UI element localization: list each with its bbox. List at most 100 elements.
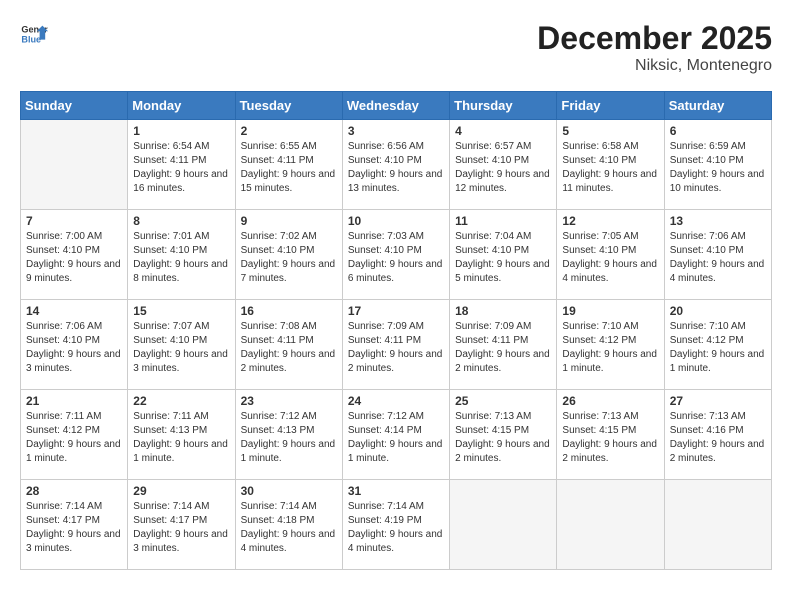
day-number: 14 bbox=[26, 304, 122, 318]
day-number: 10 bbox=[348, 214, 444, 228]
day-cell bbox=[664, 480, 771, 570]
day-cell: 13 Sunrise: 7:06 AM Sunset: 4:10 PM Dayl… bbox=[664, 210, 771, 300]
day-number: 8 bbox=[133, 214, 229, 228]
header-saturday: Saturday bbox=[664, 92, 771, 120]
day-cell: 26 Sunrise: 7:13 AM Sunset: 4:15 PM Dayl… bbox=[557, 390, 664, 480]
day-cell: 2 Sunrise: 6:55 AM Sunset: 4:11 PM Dayli… bbox=[235, 120, 342, 210]
day-info: Sunrise: 7:01 AM Sunset: 4:10 PM Dayligh… bbox=[133, 230, 229, 286]
day-cell: 16 Sunrise: 7:08 AM Sunset: 4:11 PM Dayl… bbox=[235, 300, 342, 390]
day-cell: 15 Sunrise: 7:07 AM Sunset: 4:10 PM Dayl… bbox=[128, 300, 235, 390]
day-number: 11 bbox=[455, 214, 551, 228]
day-cell: 31 Sunrise: 7:14 AM Sunset: 4:19 PM Dayl… bbox=[342, 480, 449, 570]
day-cell: 8 Sunrise: 7:01 AM Sunset: 4:10 PM Dayli… bbox=[128, 210, 235, 300]
calendar-table: SundayMondayTuesdayWednesdayThursdayFrid… bbox=[20, 91, 772, 570]
day-cell: 14 Sunrise: 7:06 AM Sunset: 4:10 PM Dayl… bbox=[21, 300, 128, 390]
title-section: December 2025 Niksic, Montenegro bbox=[537, 20, 772, 75]
day-number: 26 bbox=[562, 394, 658, 408]
day-number: 1 bbox=[133, 124, 229, 138]
day-cell bbox=[450, 480, 557, 570]
day-number: 30 bbox=[241, 484, 337, 498]
location: Niksic, Montenegro bbox=[537, 57, 772, 75]
day-info: Sunrise: 7:10 AM Sunset: 4:12 PM Dayligh… bbox=[670, 320, 766, 376]
day-number: 17 bbox=[348, 304, 444, 318]
svg-text:Blue: Blue bbox=[21, 34, 41, 44]
day-number: 13 bbox=[670, 214, 766, 228]
day-number: 25 bbox=[455, 394, 551, 408]
day-cell: 11 Sunrise: 7:04 AM Sunset: 4:10 PM Dayl… bbox=[450, 210, 557, 300]
day-number: 15 bbox=[133, 304, 229, 318]
day-info: Sunrise: 7:13 AM Sunset: 4:15 PM Dayligh… bbox=[562, 410, 658, 466]
day-number: 19 bbox=[562, 304, 658, 318]
day-cell: 24 Sunrise: 7:12 AM Sunset: 4:14 PM Dayl… bbox=[342, 390, 449, 480]
day-number: 3 bbox=[348, 124, 444, 138]
day-info: Sunrise: 7:07 AM Sunset: 4:10 PM Dayligh… bbox=[133, 320, 229, 376]
day-number: 4 bbox=[455, 124, 551, 138]
day-number: 31 bbox=[348, 484, 444, 498]
day-info: Sunrise: 7:12 AM Sunset: 4:13 PM Dayligh… bbox=[241, 410, 337, 466]
page-header: General Blue December 2025 Niksic, Monte… bbox=[20, 20, 772, 75]
day-cell: 9 Sunrise: 7:02 AM Sunset: 4:10 PM Dayli… bbox=[235, 210, 342, 300]
week-row-1: 1 Sunrise: 6:54 AM Sunset: 4:11 PM Dayli… bbox=[21, 120, 772, 210]
day-info: Sunrise: 7:14 AM Sunset: 4:17 PM Dayligh… bbox=[133, 500, 229, 556]
month-title: December 2025 bbox=[537, 20, 772, 57]
day-info: Sunrise: 7:04 AM Sunset: 4:10 PM Dayligh… bbox=[455, 230, 551, 286]
day-number: 22 bbox=[133, 394, 229, 408]
day-cell: 21 Sunrise: 7:11 AM Sunset: 4:12 PM Dayl… bbox=[21, 390, 128, 480]
day-cell: 19 Sunrise: 7:10 AM Sunset: 4:12 PM Dayl… bbox=[557, 300, 664, 390]
day-cell: 27 Sunrise: 7:13 AM Sunset: 4:16 PM Dayl… bbox=[664, 390, 771, 480]
day-number: 29 bbox=[133, 484, 229, 498]
day-number: 27 bbox=[670, 394, 766, 408]
day-cell: 25 Sunrise: 7:13 AM Sunset: 4:15 PM Dayl… bbox=[450, 390, 557, 480]
day-number: 6 bbox=[670, 124, 766, 138]
day-info: Sunrise: 7:14 AM Sunset: 4:18 PM Dayligh… bbox=[241, 500, 337, 556]
day-info: Sunrise: 7:02 AM Sunset: 4:10 PM Dayligh… bbox=[241, 230, 337, 286]
day-info: Sunrise: 6:59 AM Sunset: 4:10 PM Dayligh… bbox=[670, 140, 766, 196]
day-cell: 7 Sunrise: 7:00 AM Sunset: 4:10 PM Dayli… bbox=[21, 210, 128, 300]
day-info: Sunrise: 7:09 AM Sunset: 4:11 PM Dayligh… bbox=[348, 320, 444, 376]
week-row-2: 7 Sunrise: 7:00 AM Sunset: 4:10 PM Dayli… bbox=[21, 210, 772, 300]
header-tuesday: Tuesday bbox=[235, 92, 342, 120]
day-info: Sunrise: 7:03 AM Sunset: 4:10 PM Dayligh… bbox=[348, 230, 444, 286]
header-row: SundayMondayTuesdayWednesdayThursdayFrid… bbox=[21, 92, 772, 120]
day-number: 18 bbox=[455, 304, 551, 318]
day-number: 12 bbox=[562, 214, 658, 228]
day-cell: 12 Sunrise: 7:05 AM Sunset: 4:10 PM Dayl… bbox=[557, 210, 664, 300]
day-number: 24 bbox=[348, 394, 444, 408]
day-info: Sunrise: 7:11 AM Sunset: 4:13 PM Dayligh… bbox=[133, 410, 229, 466]
header-monday: Monday bbox=[128, 92, 235, 120]
day-number: 20 bbox=[670, 304, 766, 318]
week-row-5: 28 Sunrise: 7:14 AM Sunset: 4:17 PM Dayl… bbox=[21, 480, 772, 570]
day-info: Sunrise: 7:00 AM Sunset: 4:10 PM Dayligh… bbox=[26, 230, 122, 286]
day-info: Sunrise: 6:56 AM Sunset: 4:10 PM Dayligh… bbox=[348, 140, 444, 196]
day-info: Sunrise: 6:54 AM Sunset: 4:11 PM Dayligh… bbox=[133, 140, 229, 196]
day-info: Sunrise: 7:14 AM Sunset: 4:19 PM Dayligh… bbox=[348, 500, 444, 556]
day-info: Sunrise: 7:09 AM Sunset: 4:11 PM Dayligh… bbox=[455, 320, 551, 376]
day-cell bbox=[21, 120, 128, 210]
day-number: 21 bbox=[26, 394, 122, 408]
day-info: Sunrise: 7:06 AM Sunset: 4:10 PM Dayligh… bbox=[670, 230, 766, 286]
day-info: Sunrise: 7:05 AM Sunset: 4:10 PM Dayligh… bbox=[562, 230, 658, 286]
day-info: Sunrise: 6:57 AM Sunset: 4:10 PM Dayligh… bbox=[455, 140, 551, 196]
day-info: Sunrise: 6:58 AM Sunset: 4:10 PM Dayligh… bbox=[562, 140, 658, 196]
day-cell: 17 Sunrise: 7:09 AM Sunset: 4:11 PM Dayl… bbox=[342, 300, 449, 390]
day-info: Sunrise: 7:14 AM Sunset: 4:17 PM Dayligh… bbox=[26, 500, 122, 556]
day-cell: 29 Sunrise: 7:14 AM Sunset: 4:17 PM Dayl… bbox=[128, 480, 235, 570]
day-cell: 20 Sunrise: 7:10 AM Sunset: 4:12 PM Dayl… bbox=[664, 300, 771, 390]
day-cell: 30 Sunrise: 7:14 AM Sunset: 4:18 PM Dayl… bbox=[235, 480, 342, 570]
day-number: 2 bbox=[241, 124, 337, 138]
day-cell: 4 Sunrise: 6:57 AM Sunset: 4:10 PM Dayli… bbox=[450, 120, 557, 210]
day-info: Sunrise: 7:12 AM Sunset: 4:14 PM Dayligh… bbox=[348, 410, 444, 466]
logo-icon: General Blue bbox=[20, 20, 48, 48]
day-cell: 3 Sunrise: 6:56 AM Sunset: 4:10 PM Dayli… bbox=[342, 120, 449, 210]
day-cell bbox=[557, 480, 664, 570]
day-info: Sunrise: 7:13 AM Sunset: 4:15 PM Dayligh… bbox=[455, 410, 551, 466]
day-cell: 5 Sunrise: 6:58 AM Sunset: 4:10 PM Dayli… bbox=[557, 120, 664, 210]
day-number: 9 bbox=[241, 214, 337, 228]
day-info: Sunrise: 7:11 AM Sunset: 4:12 PM Dayligh… bbox=[26, 410, 122, 466]
day-number: 23 bbox=[241, 394, 337, 408]
day-number: 7 bbox=[26, 214, 122, 228]
day-cell: 18 Sunrise: 7:09 AM Sunset: 4:11 PM Dayl… bbox=[450, 300, 557, 390]
day-cell: 23 Sunrise: 7:12 AM Sunset: 4:13 PM Dayl… bbox=[235, 390, 342, 480]
header-wednesday: Wednesday bbox=[342, 92, 449, 120]
day-cell: 22 Sunrise: 7:11 AM Sunset: 4:13 PM Dayl… bbox=[128, 390, 235, 480]
